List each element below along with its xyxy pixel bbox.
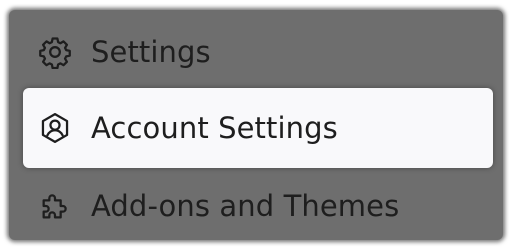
- menu-item-settings[interactable]: Settings: [23, 26, 493, 78]
- menu-item-addons-themes-label: Add-ons and Themes: [91, 189, 400, 223]
- app-menu-panel: Settings Account Settings Add-ons and Th…: [9, 10, 503, 240]
- puzzle-icon: [37, 188, 73, 224]
- menu-item-addons-themes[interactable]: Add-ons and Themes: [23, 178, 493, 234]
- menu-item-account-settings-label: Account Settings: [91, 111, 338, 145]
- menu-item-account-settings[interactable]: Account Settings: [23, 88, 493, 168]
- menu-item-settings-label: Settings: [91, 35, 211, 69]
- account-icon: [37, 110, 73, 146]
- gear-icon: [37, 34, 73, 70]
